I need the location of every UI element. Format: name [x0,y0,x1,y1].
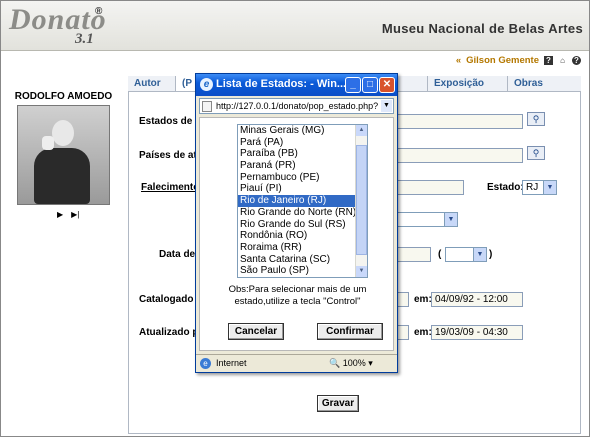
chevron-down-icon[interactable]: ▼ [381,100,392,112]
save-button[interactable]: Gravar [317,395,359,412]
artist-photo [17,105,110,205]
data-field[interactable] [396,247,431,262]
info-icon[interactable]: ? [572,56,581,65]
maximize-icon[interactable]: □ [362,77,378,93]
falecimento-label[interactable]: Falecimento [141,182,199,193]
scroll-up-icon[interactable]: ▲ [356,125,367,136]
category-select[interactable]: ▼ [396,212,458,227]
tab-autor[interactable]: Autor [128,76,176,92]
state-option[interactable]: Rio Grande do Sul (RS) [238,219,367,231]
atualizado-em-label: em: [414,327,432,338]
obs-line-2: estado,utilize a tecla "Control" [234,296,361,307]
app-window: Donato ® 3.1 Museu Nacional de Belas Art… [0,0,590,437]
zoom-level: 100% [342,358,366,368]
estados-field[interactable] [396,114,523,129]
version-label: 3.1 [75,31,94,47]
state-option[interactable]: Rondônia (RO) [238,230,367,242]
atualizado-date: 19/03/09 - 04:30 [431,325,523,340]
popup-title-bar[interactable]: e Lista de Estados: - Win... _ □ ✕ [196,74,397,96]
state-option[interactable]: Pernambuco (PE) [238,172,367,184]
state-option[interactable]: Piauí (PI) [238,183,367,195]
minimize-icon[interactable]: _ [345,77,361,93]
popup-window: e Lista de Estados: - Win... _ □ ✕ http:… [195,73,398,373]
ie-icon: e [200,78,213,91]
app-header: Donato ® 3.1 Museu Nacional de Belas Art… [1,1,589,51]
state-option[interactable]: Rio de Janeiro (RJ) [238,195,367,207]
estado-value: RJ [526,182,539,193]
address-url: http://127.0.0.1/donato/pop_estado.php? [216,101,379,111]
popup-status-bar: e Internet 🔍 100% ▾ [196,354,397,372]
help-icon[interactable]: ? [544,56,553,65]
popup-title: Lista de Estados: - Win... [216,78,347,90]
close-icon[interactable]: ✕ [379,77,395,93]
home-icon[interactable]: ⌂ [558,56,567,65]
photo-nav: ▶ ▶| [57,210,79,219]
obs-note: Obs:Para selecionar mais de um estado,ut… [215,284,380,308]
last-photo-button[interactable]: ▶| [71,210,79,219]
registered-mark: ® [95,6,103,17]
state-option[interactable]: Paraíba (PB) [238,148,367,160]
chevron-down-icon: ▼ [543,181,556,194]
catalogado-date: 04/09/92 - 12:00 [431,292,523,307]
falecimento-field[interactable] [396,180,464,195]
tab-exposicao[interactable]: Exposição [428,76,508,92]
search-estados-icon[interactable]: ⚲ [527,112,545,126]
catalogado-em-label: em: [414,294,432,305]
next-photo-button[interactable]: ▶ [57,210,63,219]
catalogado-label: Catalogado p [139,294,203,305]
state-option[interactable]: Pará (PA) [238,137,367,149]
museum-title: Museu Nacional de Belas Artes [381,21,583,36]
chevron-down-icon: ▼ [444,213,457,226]
status-zone: Internet [216,358,247,368]
state-option[interactable]: São Paulo (SP) [238,265,367,277]
paises-field[interactable] [396,148,523,163]
estado-label: Estado: [487,182,524,193]
paises-label: Países de atu [139,150,203,161]
scroll-down-icon[interactable]: ▼ [356,266,367,277]
globe-icon: e [200,358,211,369]
page-icon [202,101,212,112]
states-listbox[interactable]: Minas Gerais (MG) Pará (PA) Paraíba (PB) Pa… [237,124,368,278]
listbox-scrollbar[interactable]: ▲ ▼ [355,125,367,277]
user-info: « Gilson Gemente ? ⌂ ? [456,55,581,66]
obs-line-1: Obs:Para selecionar mais de um [228,284,367,295]
state-option[interactable]: Santa Catarina (SC) [238,254,367,266]
back-link[interactable]: « [456,55,461,66]
chevron-down-icon: ▼ [473,248,486,261]
state-option[interactable]: Roraima (RR) [238,242,367,254]
artist-name: RODOLFO AMOEDO [14,91,113,102]
popup-content: Minas Gerais (MG) Pará (PA) Paraíba (PB) Pa… [199,117,394,351]
user-name: Gilson Gemente [466,55,539,66]
state-option[interactable]: Paraná (PR) [238,160,367,172]
state-option[interactable]: Minas Gerais (MG) [238,125,367,137]
estados-label: Estados de a [139,116,201,127]
estado-select[interactable]: RJ ▼ [522,180,557,195]
zoom-control[interactable]: 🔍 100% ▾ [329,358,373,369]
confirm-button[interactable]: Confirmar [317,323,383,340]
search-paises-icon[interactable]: ⚲ [527,146,545,160]
data-precision-select[interactable]: ▼ [445,247,487,262]
scroll-thumb[interactable] [356,145,367,255]
data-paren-close: ) [489,249,493,260]
data-paren-open: ( [438,249,442,260]
state-option[interactable]: Rio Grande do Norte (RN) [238,207,367,219]
cancel-button[interactable]: Cancelar [228,323,284,340]
tab-obras[interactable]: Obras [508,76,581,92]
address-bar[interactable]: http://127.0.0.1/donato/pop_estado.php? … [199,98,394,114]
